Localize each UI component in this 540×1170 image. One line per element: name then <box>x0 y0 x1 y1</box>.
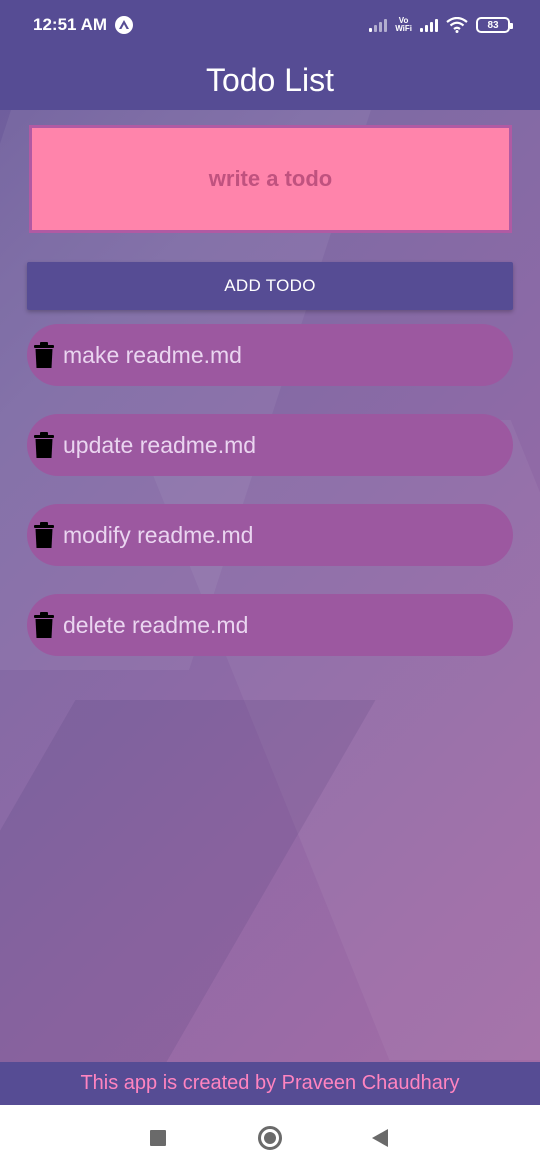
todo-item[interactable]: delete readme.md <box>27 594 513 656</box>
vowifi-icon: Vo WiFi <box>395 17 412 33</box>
battery-icon: 83 <box>476 17 513 33</box>
todo-text: delete readme.md <box>63 611 249 638</box>
todo-item[interactable]: update readme.md <box>27 414 513 476</box>
status-time: 12:51 AM <box>33 15 108 34</box>
trash-icon[interactable] <box>33 431 55 459</box>
cell-signal-icon <box>420 18 438 32</box>
todo-text: update readme.md <box>63 431 257 458</box>
trash-icon[interactable] <box>33 611 55 639</box>
todo-input[interactable] <box>29 125 512 233</box>
background-facet <box>0 700 376 1100</box>
status-bar: 12:51 AM Vo WiFi 83 <box>0 0 540 50</box>
square-icon <box>150 1129 166 1146</box>
triangle-back-icon <box>372 1128 388 1147</box>
add-todo-button[interactable]: ADD TODO <box>27 262 513 310</box>
battery-level: 83 <box>487 19 499 31</box>
footer-credit: This app is created by Praveen Chaudhary <box>80 1072 460 1094</box>
home-button[interactable] <box>240 1105 300 1170</box>
vowifi-label-bottom: WiFi <box>395 24 412 33</box>
todo-item[interactable]: modify readme.md <box>27 504 513 566</box>
app-screen: 12:51 AM Vo WiFi 83 Todo List write a to… <box>0 0 540 1170</box>
todo-item[interactable]: make readme.md <box>27 324 513 386</box>
circle-icon <box>258 1125 282 1150</box>
system-nav-bar <box>0 1105 540 1170</box>
page-title: Todo List <box>205 61 335 98</box>
cell-signal-icon <box>369 18 388 32</box>
trash-icon[interactable] <box>33 341 55 369</box>
back-button[interactable] <box>350 1105 410 1170</box>
todo-text: make readme.md <box>63 341 242 368</box>
app-notification-icon <box>115 16 134 34</box>
trash-icon[interactable] <box>33 521 55 549</box>
wifi-icon <box>446 17 468 33</box>
status-indicators: Vo WiFi 83 <box>369 17 513 33</box>
todo-list: make readme.md update readme.md modify r… <box>27 324 513 684</box>
footer: This app is created by Praveen Chaudhary <box>0 1062 540 1105</box>
todo-text: modify readme.md <box>63 521 254 548</box>
recent-apps-button[interactable] <box>128 1105 188 1170</box>
app-bar: Todo List <box>0 50 540 110</box>
